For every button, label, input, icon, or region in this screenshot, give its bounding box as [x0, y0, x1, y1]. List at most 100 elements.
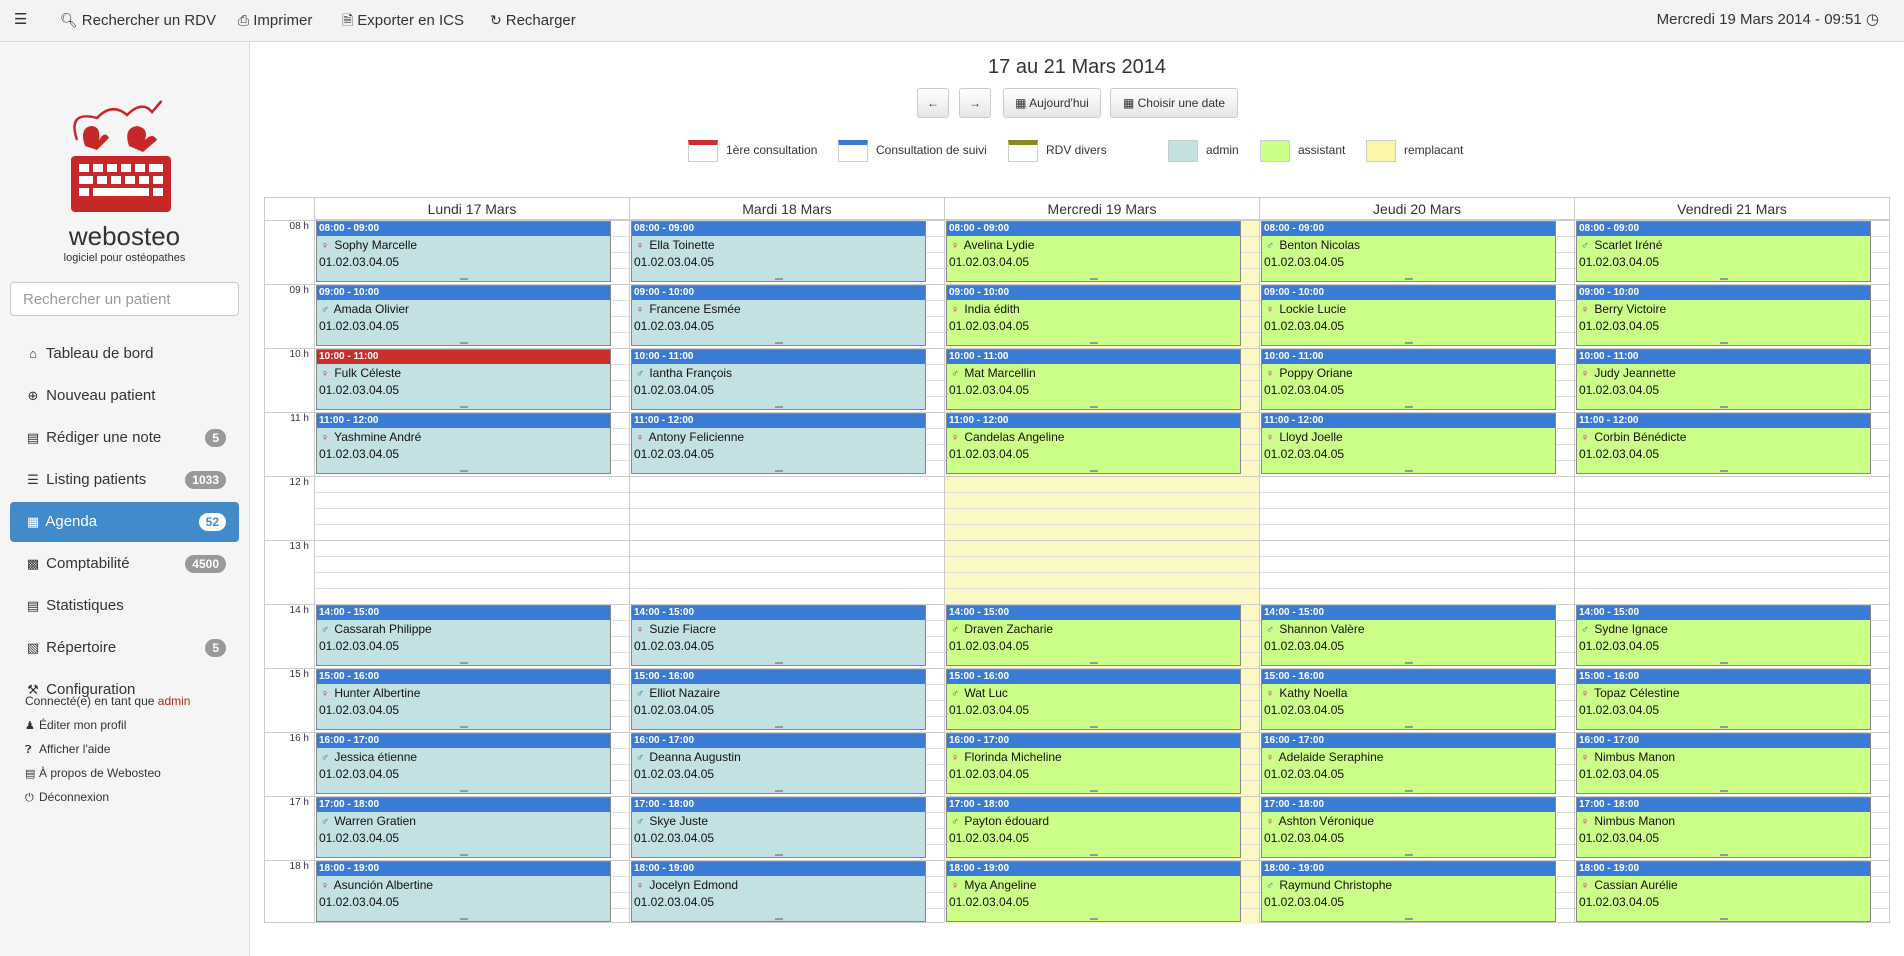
appointment-block[interactable]: 09:00 - 10:00 ♀ Berry Victoire 01.02.03.04…	[1576, 285, 1871, 346]
appointment-block[interactable]: 15:00 - 16:00 ♀ Kathy Noella 01.02.03.04.0…	[1261, 669, 1556, 730]
resize-handle[interactable]	[1719, 790, 1728, 792]
resize-handle[interactable]	[1719, 470, 1728, 472]
day-header[interactable]: Mercredi 19 Mars	[944, 198, 1259, 220]
resize-handle[interactable]	[459, 470, 468, 472]
resize-handle[interactable]	[1719, 662, 1728, 664]
appointment-block[interactable]: 16:00 - 17:00 ♀ Nimbus Manon 01.02.03.04.0…	[1576, 733, 1871, 794]
about-link[interactable]: ▤ À propos de Webosteo	[25, 766, 161, 780]
resize-handle[interactable]	[1404, 790, 1413, 792]
search-appointment-button[interactable]: 🔍︎ Rechercher un RDV	[60, 0, 216, 42]
nav-item-patient-listing[interactable]: ☰ Listing patients 1033	[10, 460, 239, 500]
resize-handle[interactable]	[1719, 406, 1728, 408]
resize-handle[interactable]	[1404, 406, 1413, 408]
day-header[interactable]: Jeudi 20 Mars	[1259, 198, 1574, 220]
resize-handle[interactable]	[1089, 726, 1098, 728]
help-link[interactable]: ❓︎ Afficher l'aide	[25, 742, 110, 757]
prev-week-button[interactable]: ←	[917, 88, 949, 118]
day-header[interactable]: Mardi 18 Mars	[629, 198, 944, 220]
resize-handle[interactable]	[774, 854, 783, 856]
resize-handle[interactable]	[1089, 278, 1098, 280]
appointment-block[interactable]: 15:00 - 16:00 ♀ Topaz Célestine 01.02.03.0…	[1576, 669, 1871, 730]
appointment-block[interactable]: 17:00 - 18:00 ♂ Skye Juste 01.02.03.04.05	[631, 797, 926, 858]
resize-handle[interactable]	[1089, 406, 1098, 408]
day-header[interactable]: Vendredi 21 Mars	[1574, 198, 1889, 220]
resize-handle[interactable]	[459, 918, 468, 920]
appointment-block[interactable]: 10:00 - 11:00 ♂ Iantha François 01.02.03.0…	[631, 349, 926, 410]
appointment-block[interactable]: 09:00 - 10:00 ♂ Amada Olivier 01.02.03.04.…	[316, 285, 611, 346]
username-link[interactable]: admin	[158, 694, 191, 708]
appointment-block[interactable]: 10:00 - 11:00 ♂ Mat Marcellin 01.02.03.04.…	[946, 349, 1241, 410]
resize-handle[interactable]	[459, 726, 468, 728]
appointment-block[interactable]: 16:00 - 17:00 ♂ Deanna Augustin 01.02.03.0…	[631, 733, 926, 794]
export-ics-button[interactable]: 🗎︎ Exporter en ICS	[342, 0, 464, 42]
resize-handle[interactable]	[774, 406, 783, 408]
appointment-block[interactable]: 11:00 - 12:00 ♀ Candelas Angeline 01.02.03…	[946, 413, 1241, 474]
resize-handle[interactable]	[459, 662, 468, 664]
nav-item-dashboard[interactable]: ⌂ Tableau de bord	[10, 334, 239, 374]
print-button[interactable]: ⎙ Imprimer	[238, 0, 312, 42]
appointment-block[interactable]: 14:00 - 15:00 ♀ Suzie Fiacre 01.02.03.04.0…	[631, 605, 926, 666]
day-header[interactable]: Lundi 17 Mars	[314, 198, 629, 220]
resize-handle[interactable]	[1089, 918, 1098, 920]
resize-handle[interactable]	[459, 342, 468, 344]
resize-handle[interactable]	[459, 854, 468, 856]
appointment-block[interactable]: 11:00 - 12:00 ♀ Corbin Bénédicte 01.02.03.…	[1576, 413, 1871, 474]
resize-handle[interactable]	[1089, 662, 1098, 664]
appointment-block[interactable]: 15:00 - 16:00 ♂ Elliot Nazaire 01.02.03.04…	[631, 669, 926, 730]
resize-handle[interactable]	[1404, 470, 1413, 472]
nav-item-statistics[interactable]: ▤ Statistiques	[10, 586, 239, 626]
resize-handle[interactable]	[1089, 342, 1098, 344]
appointment-block[interactable]: 14:00 - 15:00 ♂ Sydne Ignace 01.02.03.04.0…	[1576, 605, 1871, 666]
appointment-block[interactable]: 08:00 - 09:00 ♀ Ella Toinette 01.02.03.04.…	[631, 221, 926, 282]
next-week-button[interactable]: →	[959, 88, 991, 118]
resize-handle[interactable]	[774, 918, 783, 920]
resize-handle[interactable]	[774, 726, 783, 728]
resize-handle[interactable]	[1404, 662, 1413, 664]
appointment-block[interactable]: 09:00 - 10:00 ♀ Francene Esmée 01.02.03.04…	[631, 285, 926, 346]
appointment-block[interactable]: 17:00 - 18:00 ♂ Warren Gratien 01.02.03.04…	[316, 797, 611, 858]
appointment-block[interactable]: 14:00 - 15:00 ♂ Draven Zacharie 01.02.03.0…	[946, 605, 1241, 666]
appointment-block[interactable]: 11:00 - 12:00 ♀ Antony Felicienne 01.02.03…	[631, 413, 926, 474]
choose-date-button[interactable]: ▦ Choisir une date	[1110, 88, 1238, 118]
resize-handle[interactable]	[1719, 854, 1728, 856]
resize-handle[interactable]	[1089, 470, 1098, 472]
appointment-block[interactable]: 14:00 - 15:00 ♂ Shannon Valère 01.02.03.04…	[1261, 605, 1556, 666]
nav-item-agenda[interactable]: ▦ Agenda 52	[10, 502, 239, 542]
edit-profile-link[interactable]: ♟ Éditer mon profil	[25, 718, 126, 732]
webosteo-logo[interactable]: webosteo logiciel pour ostéopathes	[57, 100, 192, 270]
nav-item-write-note[interactable]: ▤ Rédiger une note 5	[10, 418, 239, 458]
menu-list-icon[interactable]: ☰	[14, 0, 27, 42]
resize-handle[interactable]	[774, 342, 783, 344]
resize-handle[interactable]	[1404, 918, 1413, 920]
appointment-block[interactable]: 18:00 - 19:00 ♂ Raymund Christophe 01.02.0…	[1261, 861, 1556, 922]
appointment-block[interactable]: 18:00 - 19:00 ♀ Jocelyn Edmond 01.02.03.04…	[631, 861, 926, 922]
resize-handle[interactable]	[459, 790, 468, 792]
appointment-block[interactable]: 08:00 - 09:00 ♀ Avelina Lydie 01.02.03.04.…	[946, 221, 1241, 282]
resize-handle[interactable]	[774, 470, 783, 472]
appointment-block[interactable]: 15:00 - 16:00 ♂ Wat Luc 01.02.03.04.05	[946, 669, 1241, 730]
appointment-block[interactable]: 11:00 - 12:00 ♀ Yashmine André 01.02.03.04…	[316, 413, 611, 474]
resize-handle[interactable]	[1404, 342, 1413, 344]
appointment-block[interactable]: 09:00 - 10:00 ♀ India édith 01.02.03.04.05	[946, 285, 1241, 346]
resize-handle[interactable]	[1404, 726, 1413, 728]
resize-handle[interactable]	[459, 406, 468, 408]
appointment-block[interactable]: 08:00 - 09:00 ♂ Benton Nicolas 01.02.03.04…	[1261, 221, 1556, 282]
resize-handle[interactable]	[1089, 790, 1098, 792]
resize-handle[interactable]	[1404, 854, 1413, 856]
appointment-block[interactable]: 17:00 - 18:00 ♀ Ashton Véronique 01.02.03.…	[1261, 797, 1556, 858]
appointment-block[interactable]: 16:00 - 17:00 ♀ Adelaide Seraphine 01.02.0…	[1261, 733, 1556, 794]
resize-handle[interactable]	[774, 790, 783, 792]
appointment-block[interactable]: 17:00 - 18:00 ♂ Payton édouard 01.02.03.04…	[946, 797, 1241, 858]
appointment-block[interactable]: 10:00 - 11:00 ♀ Judy Jeannette 01.02.03.04…	[1576, 349, 1871, 410]
appointment-block[interactable]: 18:00 - 19:00 ♀ Asunción Albertine 01.02.0…	[316, 861, 611, 922]
appointment-block[interactable]: 16:00 - 17:00 ♂ Jessica étienne 01.02.03.0…	[316, 733, 611, 794]
today-button[interactable]: ▦ Aujourd'hui	[1003, 88, 1101, 118]
resize-handle[interactable]	[1719, 726, 1728, 728]
appointment-block[interactable]: 16:00 - 17:00 ♀ Florinda Micheline 01.02.0…	[946, 733, 1241, 794]
appointment-block[interactable]: 10:00 - 11:00 ♀ Fulk Céleste 01.02.03.04.0…	[316, 349, 611, 410]
resize-handle[interactable]	[774, 278, 783, 280]
appointment-block[interactable]: 18:00 - 19:00 ♀ Cassian Aurélie 01.02.03.0…	[1576, 861, 1871, 922]
appointment-block[interactable]: 08:00 - 09:00 ♀ Sophy Marcelle 01.02.03.04…	[316, 221, 611, 282]
resize-handle[interactable]	[1719, 918, 1728, 920]
logout-link[interactable]: ⏻ Déconnexion	[25, 790, 109, 805]
